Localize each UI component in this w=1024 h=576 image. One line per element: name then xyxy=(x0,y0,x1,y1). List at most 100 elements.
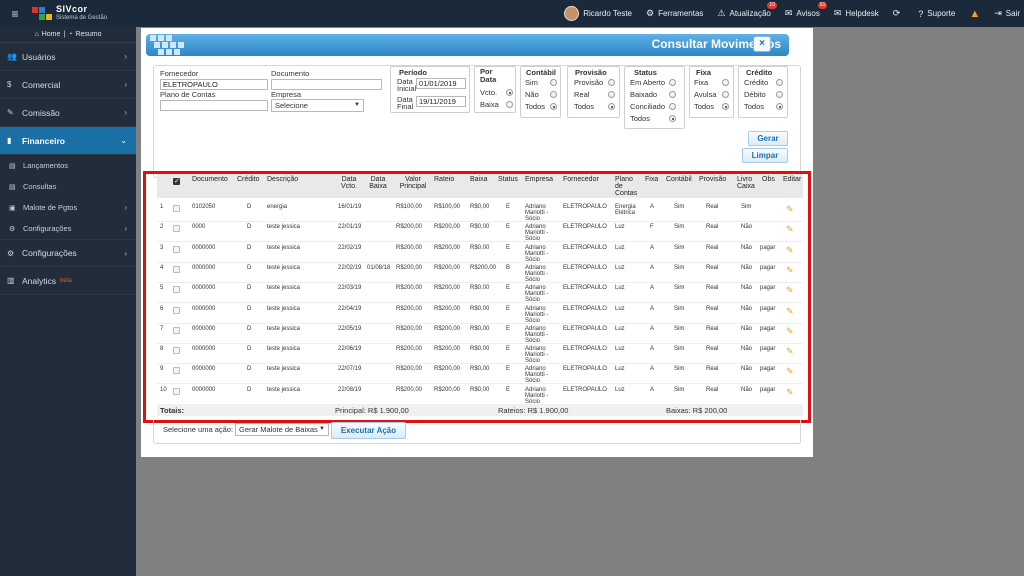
empresa-select[interactable]: Selecione ▼ xyxy=(271,99,364,112)
contabil-todos-radio[interactable] xyxy=(550,103,557,110)
home-link[interactable]: Home xyxy=(42,31,61,38)
provisao-real-radio[interactable] xyxy=(608,91,615,98)
edit-pencil-icon[interactable]: ✎ xyxy=(786,346,794,357)
credito-credito-radio[interactable] xyxy=(776,79,783,86)
edit-pencil-icon[interactable]: ✎ xyxy=(786,285,794,296)
credito-debito-radio[interactable] xyxy=(776,91,783,98)
atualizacao-menu[interactable]: ⚠ Atualização 10 xyxy=(717,2,777,19)
col-contabil[interactable]: Contábil xyxy=(666,176,692,183)
sidebar-sub-label: Consultas xyxy=(23,182,57,191)
row-checkbox[interactable] xyxy=(173,347,180,355)
col-provisao[interactable]: Provisão xyxy=(699,176,726,183)
close-button[interactable]: × xyxy=(753,36,771,52)
sidebar-sub-consultas[interactable]: ▤ Consultas xyxy=(0,176,136,197)
sidebar-item-analytics[interactable]: ▥ Analytics beta xyxy=(0,267,136,295)
fixa-fixa-radio[interactable] xyxy=(722,79,729,86)
app-logo[interactable]: SIVcor Sistema de Gestão xyxy=(32,4,107,23)
edit-pencil-icon[interactable]: ✎ xyxy=(786,326,794,337)
refresh-button[interactable]: ⟳ xyxy=(893,8,905,19)
data-final-input[interactable]: 19/11/2019 xyxy=(416,96,466,107)
row-checkbox[interactable] xyxy=(173,367,180,375)
documento-input[interactable] xyxy=(271,79,382,90)
sidebar-sub-malote[interactable]: ▣ Malote de Pgtos › xyxy=(0,197,136,218)
provisao-todos-radio[interactable] xyxy=(608,103,615,110)
status-todos-radio[interactable] xyxy=(669,115,676,122)
col-fornecedor[interactable]: Fornecedor xyxy=(563,176,599,183)
credito-todos-radio[interactable] xyxy=(776,103,783,110)
edit-pencil-icon[interactable]: ✎ xyxy=(786,366,794,377)
table-row: 2 0000 Dteste jessica 22/01/19 R$200,00 R$200… xyxy=(157,222,803,243)
sidebar-item-configuracoes[interactable]: ⚙ Configurações › xyxy=(0,239,136,267)
col-obs[interactable]: Obs xyxy=(762,176,775,183)
sidebar-sub-configuracoes[interactable]: ⚙ Configurações › xyxy=(0,218,136,239)
col-rateio[interactable]: Rateio xyxy=(434,176,454,183)
gerar-button[interactable]: Gerar xyxy=(748,131,788,146)
col-valor-principal[interactable]: Valor Principal xyxy=(396,176,430,190)
col-data-baixa[interactable]: Data Baixa xyxy=(367,176,389,190)
contabil-nao-radio[interactable] xyxy=(550,91,557,98)
contabil-sim-radio[interactable] xyxy=(550,79,557,86)
por-data-baixa-radio[interactable] xyxy=(506,101,513,108)
col-baixa[interactable]: Baixa xyxy=(470,176,488,183)
sidebar-item-usuarios[interactable]: 👥 Usuários › xyxy=(0,43,136,71)
row-checkbox[interactable] xyxy=(173,286,180,294)
sidebar-item-comercial[interactable]: $ Comercial › xyxy=(0,71,136,99)
plano-input[interactable] xyxy=(160,100,268,111)
edit-pencil-icon[interactable]: ✎ xyxy=(786,265,794,276)
status-baixado-radio[interactable] xyxy=(669,91,676,98)
status-em-aberto-radio[interactable] xyxy=(669,79,676,86)
col-plano[interactable]: Plano de Contas xyxy=(615,176,639,197)
row-checkbox[interactable] xyxy=(173,265,180,273)
executar-acao-button[interactable]: Executar Ação xyxy=(331,422,406,439)
row-checkbox[interactable] xyxy=(173,387,180,395)
edit-pencil-icon[interactable]: ✎ xyxy=(786,245,794,256)
empresa-select-value: Selecione xyxy=(275,101,308,110)
select-all-checkbox[interactable] xyxy=(173,177,180,185)
menu-toggle-icon[interactable]: ≡ xyxy=(0,7,30,21)
edit-pencil-icon[interactable]: ✎ xyxy=(786,387,794,398)
cell-fornecedor: ELETROPAULO xyxy=(563,346,607,353)
row-checkbox[interactable] xyxy=(173,306,180,314)
col-livro-caixa[interactable]: Livro Caixa xyxy=(737,176,759,190)
data-inicial-input[interactable]: 01/01/2019 xyxy=(416,78,466,89)
sidebar-item-financeiro[interactable]: ▮ Financeiro ⌄ xyxy=(0,127,136,155)
row-checkbox[interactable] xyxy=(173,225,180,233)
cell-status: E xyxy=(506,386,511,393)
edit-pencil-icon[interactable]: ✎ xyxy=(786,204,794,215)
action-bar: Selecione uma ação: Gerar Malote de Baix… xyxy=(153,420,801,444)
col-fixa[interactable]: Fixa xyxy=(645,176,658,183)
col-descricao[interactable]: Descrição xyxy=(267,176,298,183)
por-data-vcto-radio[interactable] xyxy=(506,89,513,96)
limpar-button[interactable]: Limpar xyxy=(742,148,788,163)
col-empresa[interactable]: Empresa xyxy=(525,176,553,183)
edit-pencil-icon[interactable]: ✎ xyxy=(786,306,794,317)
col-editar[interactable]: Editar xyxy=(783,176,801,183)
col-credito[interactable]: Crédito xyxy=(237,176,260,183)
alert-button[interactable]: ▲ xyxy=(969,8,980,20)
row-checkbox[interactable] xyxy=(173,245,180,253)
provisao-provisao-radio[interactable] xyxy=(608,79,615,86)
status-conciliado-radio[interactable] xyxy=(669,103,676,110)
action-select[interactable]: Gerar Malote de Baixas ▼ xyxy=(235,423,329,436)
sidebar-sub-lancamentos[interactable]: ▤ Lançamentos xyxy=(0,155,136,176)
cell-empresa: Adriano Mariotti - Sócio xyxy=(525,204,549,222)
col-data-vcto[interactable]: Data Vcto. xyxy=(338,176,360,190)
resumo-link[interactable]: Resumo xyxy=(75,31,101,38)
col-documento[interactable]: Documento xyxy=(192,176,228,183)
helpdesk-menu[interactable]: ✉ Helpdesk xyxy=(834,8,879,19)
suporte-menu[interactable]: ? Suporte xyxy=(918,9,955,19)
sidebar-item-comissao[interactable]: ✎ Comissão › xyxy=(0,99,136,127)
table-header: Documento Crédito Descrição Data Vcto. D… xyxy=(157,174,803,198)
ferramentas-menu[interactable]: ⚙ Ferramentas xyxy=(646,8,703,19)
fixa-avulsa-radio[interactable] xyxy=(722,91,729,98)
col-status[interactable]: Status xyxy=(498,176,518,183)
row-checkbox[interactable] xyxy=(173,205,180,212)
sair-button[interactable]: ⇥ Sair xyxy=(994,8,1020,19)
edit-pencil-icon[interactable]: ✎ xyxy=(786,224,794,235)
sidebar: ⌂ Home | ◔ Resumo 👥 Usuários › $ Comerci… xyxy=(0,27,136,576)
row-checkbox[interactable] xyxy=(173,326,180,334)
user-menu[interactable]: Ricardo Teste xyxy=(564,6,632,21)
avisos-menu[interactable]: ✉ Avisos 51 xyxy=(785,2,828,19)
fornecedor-input[interactable]: ELETROPAULO xyxy=(160,79,268,90)
fixa-todos-radio[interactable] xyxy=(722,103,729,110)
